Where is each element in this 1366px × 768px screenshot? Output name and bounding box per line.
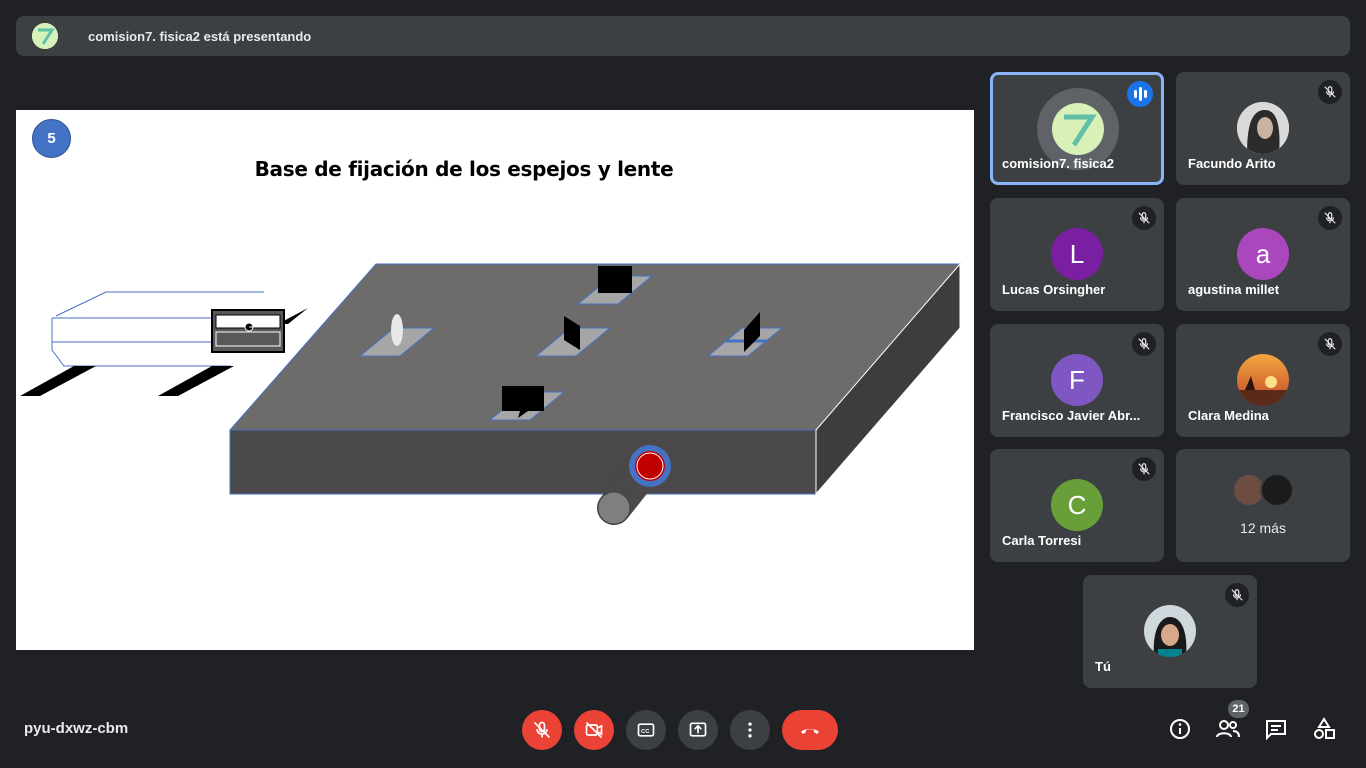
participant-tile-francisco[interactable]: F Francisco Javier Abr... xyxy=(990,324,1164,437)
participant-count-badge: 21 xyxy=(1228,700,1249,718)
presentation-slide: 5 Base de fijación de los espejos y lent… xyxy=(16,110,974,650)
avatar-letter: F xyxy=(1051,354,1103,406)
seven-logo-icon xyxy=(32,23,58,49)
more-options-button[interactable] xyxy=(730,710,770,750)
more-vert-icon xyxy=(748,722,752,738)
participant-tile-clara[interactable]: Clara Medina xyxy=(1176,324,1350,437)
profile-photo-icon xyxy=(1237,354,1289,406)
people-icon xyxy=(1216,720,1240,738)
leave-call-button[interactable] xyxy=(782,710,838,750)
bottom-toolbar: pyu-dxwz-cbm CC 21 xyxy=(0,700,1366,756)
participant-name: Facundo Arito xyxy=(1188,156,1276,171)
captions-button[interactable]: CC xyxy=(626,710,666,750)
svg-text:CC: CC xyxy=(641,729,650,735)
laser-device-outline xyxy=(20,291,308,396)
participant-name: Lucas Orsingher xyxy=(1002,282,1106,297)
captions-icon: CC xyxy=(637,723,655,737)
participant-tile-self[interactable]: Tú xyxy=(1083,575,1257,688)
participant-name: Carla Torresi xyxy=(1002,533,1082,548)
more-participants-avatars xyxy=(1232,473,1294,507)
slide-title: Base de fijación de los espejos y lente xyxy=(254,157,674,181)
more-participants-label: 12 más xyxy=(1240,520,1286,536)
avatar xyxy=(1237,354,1289,406)
hang-up-icon xyxy=(801,729,819,734)
participant-name: Clara Medina xyxy=(1188,408,1269,423)
avatar-letter: C xyxy=(1051,479,1103,531)
camera-toggle-button[interactable] xyxy=(574,710,614,750)
participant-tile-lucas[interactable]: L Lucas Orsingher xyxy=(990,198,1164,311)
mic-off-icon xyxy=(1318,80,1342,104)
profile-photo-icon xyxy=(1237,102,1289,154)
participant-name: Francisco Javier Abr... xyxy=(1002,408,1141,423)
participant-tile-agustina[interactable]: a agustina millet xyxy=(1176,198,1350,311)
presenting-text: comision7. fisica2 está presentando xyxy=(88,28,312,44)
info-icon xyxy=(1170,719,1190,739)
avatar xyxy=(1144,605,1196,657)
present-screen-icon xyxy=(689,722,707,737)
people-button[interactable] xyxy=(1215,716,1241,742)
more-participants-tile[interactable]: 12 más xyxy=(1176,449,1350,562)
optical-bench-drawing xyxy=(20,262,962,525)
meeting-code: pyu-dxwz-cbm xyxy=(24,720,129,737)
participant-name: comision7. fisica2 xyxy=(1002,156,1114,171)
speaking-indicator-icon xyxy=(1127,81,1153,107)
participant-tile-facundo[interactable]: Facundo Arito xyxy=(1176,72,1350,185)
meeting-details-button[interactable] xyxy=(1167,716,1193,742)
profile-photo-icon xyxy=(1144,605,1196,657)
avatar-letter: L xyxy=(1051,228,1103,280)
activities-shapes-icon xyxy=(1314,717,1335,739)
mic-off-icon xyxy=(1132,457,1156,481)
participant-name: agustina millet xyxy=(1188,282,1280,297)
mic-off-icon xyxy=(1225,583,1249,607)
slide-number-badge: 5 xyxy=(32,119,71,158)
avatar-letter: a xyxy=(1237,228,1289,280)
chat-icon xyxy=(1266,720,1286,741)
avatar xyxy=(1237,102,1289,154)
participant-name: Tú xyxy=(1095,659,1111,674)
mic-off-icon xyxy=(1318,206,1342,230)
mic-off-icon xyxy=(533,721,551,739)
mic-toggle-button[interactable] xyxy=(522,710,562,750)
mic-off-icon xyxy=(1132,332,1156,356)
presenting-banner: comision7. fisica2 está presentando xyxy=(16,16,1350,56)
chat-button[interactable] xyxy=(1263,716,1289,742)
avatar xyxy=(1260,473,1294,507)
participant-tile-carla[interactable]: C Carla Torresi xyxy=(990,449,1164,562)
present-now-button[interactable] xyxy=(678,710,718,750)
mic-off-icon xyxy=(1132,206,1156,230)
mic-off-icon xyxy=(1318,332,1342,356)
seven-logo-icon xyxy=(1052,103,1104,155)
camera-off-icon xyxy=(585,721,603,739)
presenter-avatar xyxy=(32,23,58,49)
participant-tile-comision7[interactable]: comision7. fisica2 xyxy=(990,72,1164,185)
activities-button[interactable] xyxy=(1311,716,1337,742)
